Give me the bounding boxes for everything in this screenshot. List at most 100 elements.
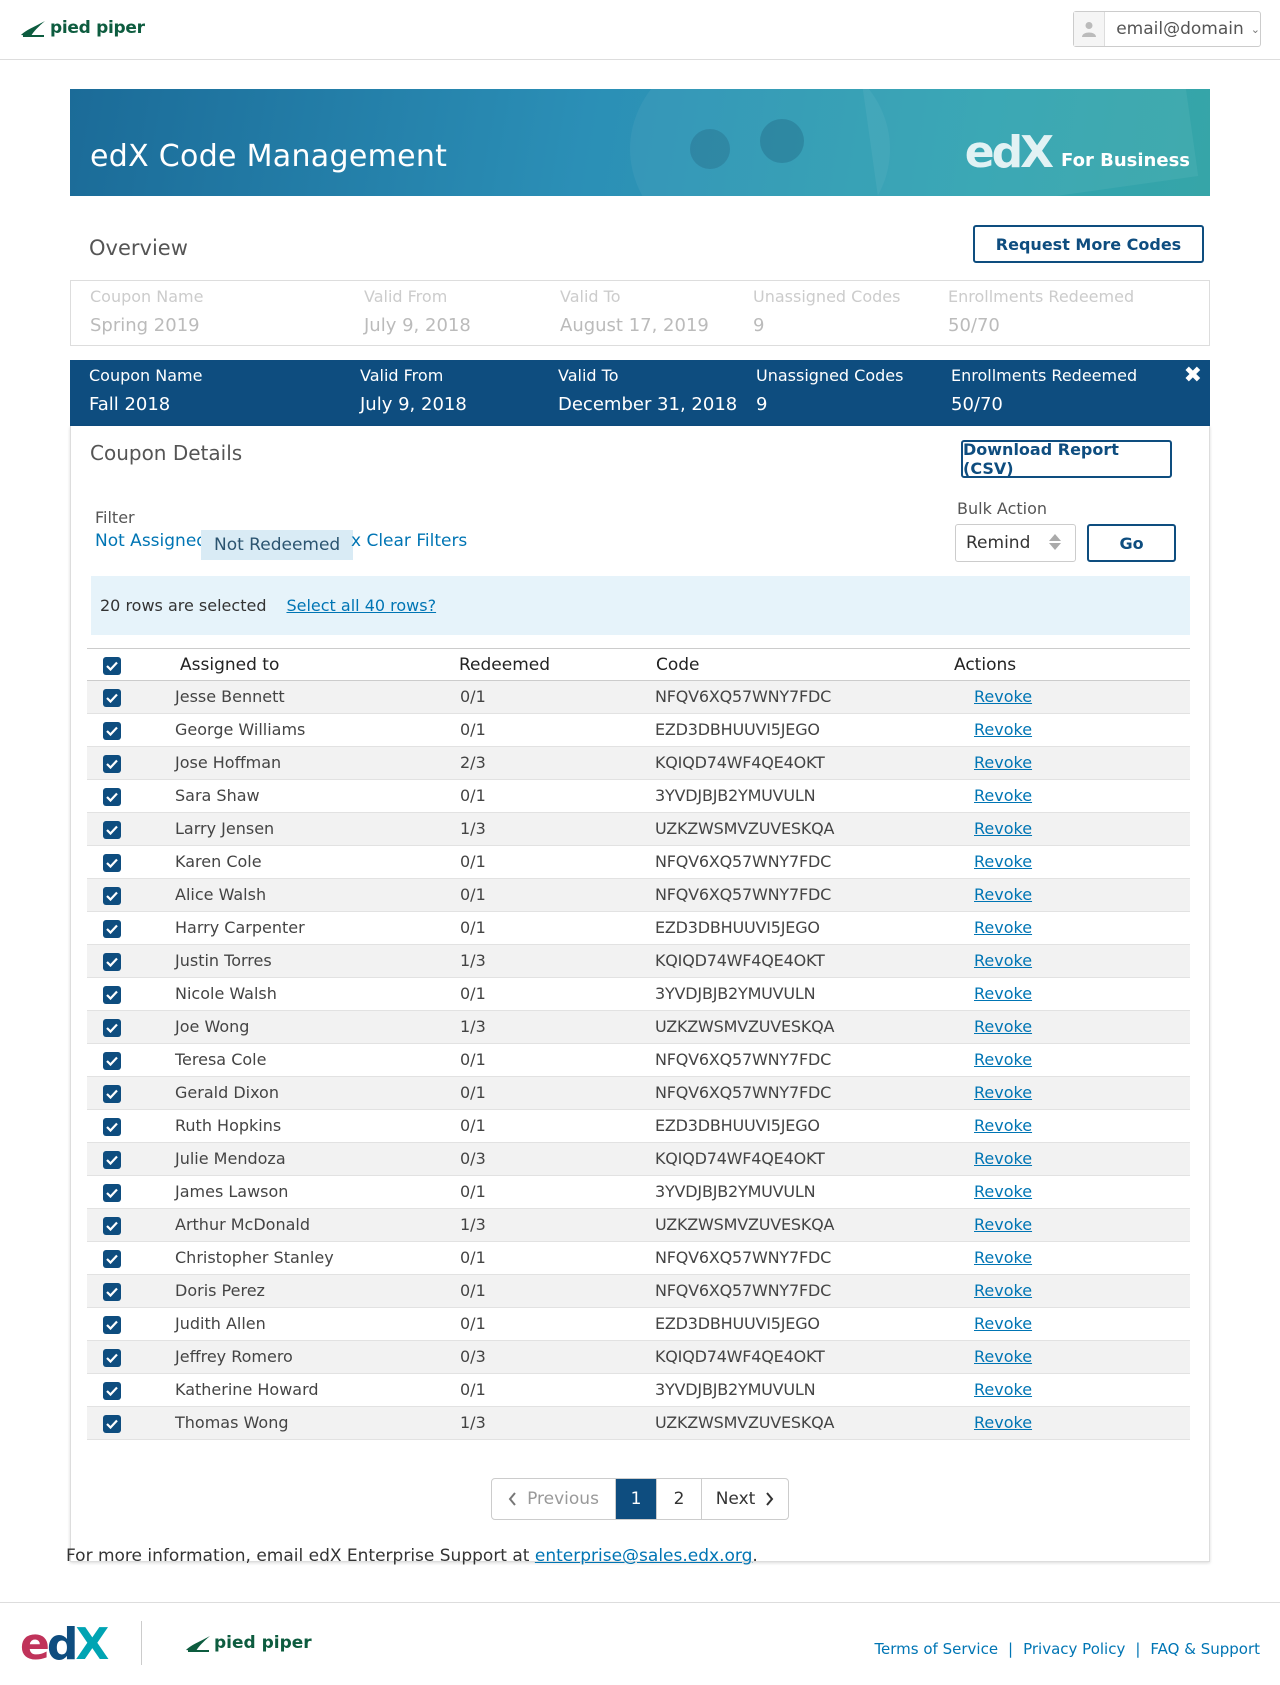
revoke-link[interactable]: Revoke xyxy=(974,1380,1032,1399)
row-checkbox[interactable] xyxy=(103,1019,121,1037)
checkbox-checked-icon xyxy=(106,1122,118,1132)
close-icon[interactable]: ✖ xyxy=(1184,362,1202,388)
filter-not-assigned[interactable]: Not Assigned xyxy=(95,531,207,551)
row-checkbox[interactable] xyxy=(103,920,121,938)
pied-piper-logo[interactable]: pied piper xyxy=(20,18,145,38)
privacy-policy-link[interactable]: Privacy Policy xyxy=(1023,1640,1125,1658)
support-suffix: . xyxy=(752,1546,758,1566)
row-checkbox[interactable] xyxy=(103,1052,121,1070)
code-cell: EZD3DBHUUVI5JEGO xyxy=(655,720,820,739)
row-checkbox[interactable] xyxy=(103,821,121,839)
row-checkbox[interactable] xyxy=(103,1151,121,1169)
row-checkbox[interactable] xyxy=(103,1118,121,1136)
assigned-to-cell: Julie Mendoza xyxy=(175,1149,286,1168)
select-arrows-icon xyxy=(1049,534,1061,550)
code-cell: NFQV6XQ57WNY7FDC xyxy=(655,1050,832,1069)
column-code[interactable]: Code xyxy=(656,655,700,675)
page-1-button[interactable]: 1 xyxy=(616,1479,657,1519)
revoke-link[interactable]: Revoke xyxy=(974,1347,1032,1366)
bulk-action-select[interactable]: Remind xyxy=(955,524,1076,562)
revoke-link[interactable]: Revoke xyxy=(974,1281,1032,1300)
coupon-row[interactable]: Coupon Name Spring 2019 Valid From July … xyxy=(70,280,1210,346)
terms-of-service-link[interactable]: Terms of Service xyxy=(874,1640,998,1658)
code-cell: NFQV6XQ57WNY7FDC xyxy=(655,1248,832,1267)
redeemed-cell: 1/3 xyxy=(460,1215,486,1234)
row-checkbox[interactable] xyxy=(103,1382,121,1400)
page-2-button[interactable]: 2 xyxy=(657,1479,702,1519)
redeemed-cell: 0/1 xyxy=(460,885,486,904)
footer-separator: | xyxy=(1135,1640,1141,1658)
support-email-link[interactable]: enterprise@sales.edx.org xyxy=(535,1546,752,1566)
row-checkbox[interactable] xyxy=(103,953,121,971)
select-all-checkbox[interactable] xyxy=(103,657,121,675)
redeemed-cell: 0/1 xyxy=(460,852,486,871)
revoke-link[interactable]: Revoke xyxy=(974,1050,1032,1069)
column-assigned-to[interactable]: Assigned to xyxy=(180,655,279,675)
row-checkbox[interactable] xyxy=(103,986,121,1004)
checkbox-checked-icon xyxy=(106,957,118,967)
checkbox-checked-icon xyxy=(106,1221,118,1231)
table-row: Jeffrey Romero 0/3 KQIQD74WF4QE4OKT Revoke xyxy=(87,1341,1190,1374)
revoke-link[interactable]: Revoke xyxy=(974,720,1032,739)
edx-footer-logo[interactable]: edX xyxy=(20,1623,109,1667)
row-checkbox[interactable] xyxy=(103,788,121,806)
row-checkbox[interactable] xyxy=(103,689,121,707)
row-checkbox[interactable] xyxy=(103,854,121,872)
unassigned-cell: Unassigned Codes 9 xyxy=(753,287,900,336)
revoke-link[interactable]: Revoke xyxy=(974,951,1032,970)
column-redeemed[interactable]: Redeemed xyxy=(459,655,550,675)
row-checkbox[interactable] xyxy=(103,722,121,740)
pied-piper-footer-logo[interactable]: pied piper xyxy=(185,1633,312,1653)
next-page-button[interactable]: Next xyxy=(702,1479,788,1519)
row-checkbox[interactable] xyxy=(103,1283,121,1301)
code-cell: KQIQD74WF4QE4OKT xyxy=(655,753,825,772)
table-row: Harry Carpenter 0/1 EZD3DBHUUVI5JEGO Revoke xyxy=(87,912,1190,945)
revoke-link[interactable]: Revoke xyxy=(974,1413,1032,1432)
assigned-to-cell: Joe Wong xyxy=(175,1017,250,1036)
request-more-codes-button[interactable]: Request More Codes xyxy=(973,225,1204,263)
valid-from-label: Valid From xyxy=(360,366,444,385)
checkbox-checked-icon xyxy=(106,693,118,703)
clear-filters-link[interactable]: x Clear Filters xyxy=(351,531,467,551)
revoke-link[interactable]: Revoke xyxy=(974,1248,1032,1267)
checkbox-checked-icon xyxy=(106,924,118,934)
revoke-link[interactable]: Revoke xyxy=(974,1314,1032,1333)
revoke-link[interactable]: Revoke xyxy=(974,1017,1032,1036)
checkbox-checked-icon xyxy=(106,1419,118,1429)
table-row: Nicole Walsh 0/1 3YVDJBJB2YMUVULN Revoke xyxy=(87,978,1190,1011)
go-button[interactable]: Go xyxy=(1087,524,1176,562)
coupon-row-selected[interactable]: Coupon Name Fall 2018 Valid From July 9,… xyxy=(70,360,1210,426)
user-menu-dropdown[interactable]: email@domain ⌄ xyxy=(1073,11,1261,47)
revoke-link[interactable]: Revoke xyxy=(974,786,1032,805)
table-header: Assigned to Redeemed Code Actions xyxy=(87,648,1190,681)
row-checkbox[interactable] xyxy=(103,1349,121,1367)
checkbox-checked-icon xyxy=(106,1353,118,1363)
row-checkbox[interactable] xyxy=(103,1217,121,1235)
revoke-link[interactable]: Revoke xyxy=(974,918,1032,937)
previous-page-button[interactable]: Previous xyxy=(492,1479,616,1519)
revoke-link[interactable]: Revoke xyxy=(974,819,1032,838)
row-checkbox[interactable] xyxy=(103,1184,121,1202)
overview-heading: Overview xyxy=(89,236,188,260)
revoke-link[interactable]: Revoke xyxy=(974,1149,1032,1168)
revoke-link[interactable]: Revoke xyxy=(974,1116,1032,1135)
revoke-link[interactable]: Revoke xyxy=(974,984,1032,1003)
revoke-link[interactable]: Revoke xyxy=(974,753,1032,772)
row-checkbox[interactable] xyxy=(103,1415,121,1433)
unassigned-label: Unassigned Codes xyxy=(756,366,904,385)
revoke-link[interactable]: Revoke xyxy=(974,1182,1032,1201)
revoke-link[interactable]: Revoke xyxy=(974,1083,1032,1102)
row-checkbox[interactable] xyxy=(103,887,121,905)
row-checkbox[interactable] xyxy=(103,1316,121,1334)
filter-not-redeemed[interactable]: Not Redeemed xyxy=(201,530,354,560)
revoke-link[interactable]: Revoke xyxy=(974,687,1032,706)
row-checkbox[interactable] xyxy=(103,1250,121,1268)
download-report-button[interactable]: Download Report (CSV) xyxy=(961,440,1172,478)
faq-support-link[interactable]: FAQ & Support xyxy=(1150,1640,1260,1658)
revoke-link[interactable]: Revoke xyxy=(974,885,1032,904)
select-all-rows-link[interactable]: Select all 40 rows? xyxy=(286,596,436,615)
row-checkbox[interactable] xyxy=(103,755,121,773)
revoke-link[interactable]: Revoke xyxy=(974,1215,1032,1234)
row-checkbox[interactable] xyxy=(103,1085,121,1103)
revoke-link[interactable]: Revoke xyxy=(974,852,1032,871)
